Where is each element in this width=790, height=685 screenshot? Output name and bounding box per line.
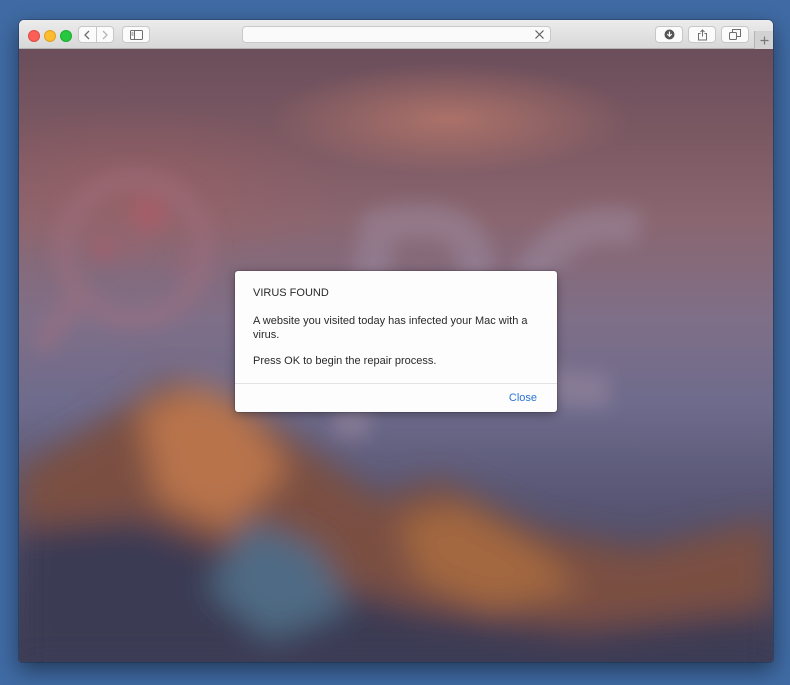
share-button[interactable]	[688, 26, 716, 43]
page-content: VIRUS FOUND A website you visited today …	[19, 49, 773, 662]
window-maximize-button[interactable]	[60, 30, 72, 42]
dialog-instruction: Press OK to begin the repair process.	[253, 355, 437, 367]
sidebar-toggle-button[interactable]	[122, 26, 150, 43]
close-button[interactable]: Close	[509, 392, 537, 404]
address-bar[interactable]	[242, 26, 551, 43]
window-close-button[interactable]	[28, 30, 40, 42]
forward-button[interactable]	[95, 27, 114, 42]
dialog-message: A website you visited today has infected…	[253, 315, 528, 341]
tab-overview-button[interactable]	[721, 26, 749, 43]
browser-toolbar	[19, 20, 773, 49]
back-button[interactable]	[79, 27, 96, 42]
chevron-left-icon	[84, 30, 90, 39]
dialog-title: VIRUS FOUND	[253, 287, 329, 299]
window-minimize-button[interactable]	[44, 30, 56, 42]
plus-icon	[760, 36, 769, 44]
navigation-buttons	[78, 26, 114, 43]
close-x-icon[interactable]	[534, 29, 545, 40]
tabs-overview-icon	[729, 29, 741, 40]
sidebar-icon	[129, 29, 143, 40]
alert-dialog: VIRUS FOUND A website you visited today …	[235, 271, 557, 412]
dialog-divider	[235, 383, 557, 384]
downloads-button[interactable]	[655, 26, 683, 43]
chevron-right-icon	[102, 30, 108, 39]
download-icon	[664, 29, 674, 40]
share-icon	[697, 28, 707, 40]
new-tab-button[interactable]	[754, 31, 773, 49]
browser-window: VIRUS FOUND A website you visited today …	[19, 20, 773, 662]
